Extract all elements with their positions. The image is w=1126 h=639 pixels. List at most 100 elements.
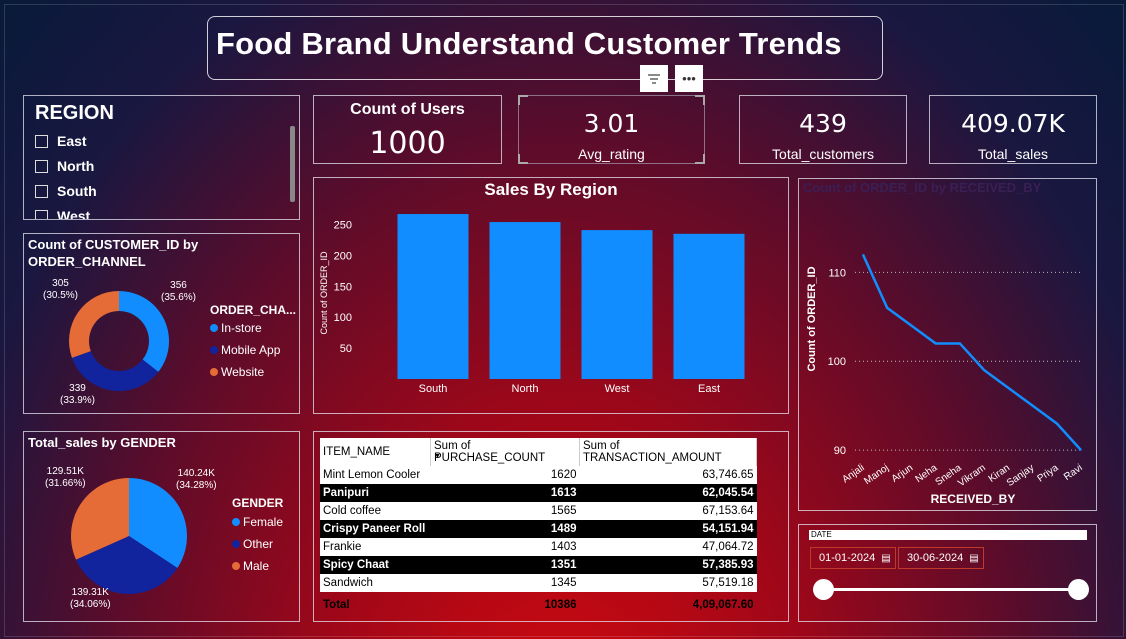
- slider-start-handle[interactable]: [813, 579, 834, 600]
- calendar-icon[interactable]: ▤: [881, 553, 890, 564]
- items-table-card: ITEM_NAME Sum of PURCHASE_COUNT ▼ Sum of …: [313, 431, 789, 622]
- kpi-value: 439: [799, 109, 847, 138]
- bar: [489, 222, 561, 379]
- series-line: [861, 254, 1082, 451]
- gender-pie-chart[interactable]: Total_sales by GENDER 140.24K (34.28%) 12…: [23, 431, 300, 622]
- more-options-icon[interactable]: •••: [675, 65, 703, 92]
- region-option-east[interactable]: East: [35, 133, 87, 149]
- data-point: [1007, 387, 1009, 389]
- data-point: [959, 342, 961, 344]
- legend-item-female[interactable]: Female: [232, 515, 283, 529]
- orders-by-received-by-line-chart[interactable]: Count of ORDER_ID by RECEIVED_BY 90 100 11…: [798, 178, 1097, 511]
- kpi-label: Total_sales: [977, 146, 1049, 162]
- date-slicer: DATE: [798, 524, 1097, 622]
- sort-desc-icon[interactable]: ▼: [434, 453, 441, 460]
- data-point: [886, 307, 888, 309]
- y-tick-label: 100: [828, 356, 846, 368]
- male-percent-label: (31.66%): [45, 478, 86, 489]
- data-point: [862, 254, 864, 256]
- x-tick-label: Arjun: [890, 462, 915, 484]
- legend-title: ORDER_CHA...: [210, 303, 297, 317]
- table-row[interactable]: Sandwich 1345 57,519.18: [320, 574, 757, 592]
- x-tick-label: West: [605, 383, 630, 395]
- filter-icon[interactable]: [640, 65, 668, 92]
- table-row[interactable]: Spicy Chaat 1351 57,385.93: [320, 556, 757, 574]
- kpi-value: 3.01: [583, 109, 640, 138]
- column-header-transaction-amount[interactable]: Sum of TRANSACTION_AMOUNT: [579, 438, 757, 466]
- legend-item-website[interactable]: Website: [210, 365, 264, 379]
- data-point: [935, 342, 937, 344]
- mobile-value-label: 339: [69, 383, 86, 394]
- legend-item-other[interactable]: Other: [232, 537, 273, 551]
- x-tick-label: Ravi: [1062, 462, 1085, 482]
- data-point: [1056, 422, 1058, 424]
- bar: [673, 233, 745, 379]
- legend-item-mobile-app[interactable]: Mobile App: [210, 343, 280, 357]
- scrollbar[interactable]: [290, 126, 295, 202]
- x-tick-label: Priya: [1036, 462, 1061, 484]
- calendar-icon[interactable]: ▤: [969, 553, 978, 564]
- data-point: [910, 325, 912, 327]
- data-point: [983, 369, 985, 371]
- table-row[interactable]: Mint Lemon Cooler 1620 63,746.65: [320, 466, 757, 484]
- checkbox[interactable]: [35, 184, 48, 198]
- x-tick-label: North: [512, 383, 539, 395]
- end-date-input[interactable]: 30-06-2024 ▤: [898, 547, 984, 569]
- other-value-label: 139.31K: [71, 587, 109, 598]
- legend-item-male[interactable]: Male: [232, 559, 269, 573]
- y-tick-label: 150: [334, 281, 352, 293]
- table-row[interactable]: Cold coffee 1565 67,153.64: [320, 502, 757, 520]
- kpi-label: Avg_rating: [578, 146, 645, 162]
- bar-svg: 50 100 150 200 250 Count of ORDER_ID South Nort…: [319, 214, 745, 395]
- date-slicer-label: DATE: [809, 530, 1087, 540]
- y-tick-label: 50: [340, 343, 352, 355]
- kpi-total-sales: 409.07K Total_sales: [929, 95, 1097, 164]
- kpi-label: Count of Users: [350, 101, 465, 118]
- kpi-label: Total_customers: [772, 146, 874, 162]
- items-table: ITEM_NAME Sum of PURCHASE_COUNT ▼ Sum of …: [320, 438, 757, 614]
- region-option-north[interactable]: North: [35, 158, 94, 174]
- checkbox[interactable]: [35, 134, 48, 148]
- x-tick-label: Sanjay: [1005, 462, 1036, 489]
- region-option-west[interactable]: West: [35, 208, 90, 219]
- y-tick-label: 90: [834, 445, 846, 457]
- instore-value-label: 356: [170, 280, 187, 291]
- female-percent-label: (34.28%): [176, 480, 217, 491]
- checkbox[interactable]: [35, 209, 48, 219]
- slider-end-handle[interactable]: [1068, 579, 1089, 600]
- data-point: [1032, 405, 1034, 407]
- x-tick-label: Manoj: [862, 462, 891, 487]
- instore-percent-label: (35.6%): [161, 292, 197, 303]
- column-header-item-name[interactable]: ITEM_NAME: [320, 438, 431, 466]
- order-channel-donut-chart[interactable]: Count of CUSTOMER_ID by ORDER_CHANNEL 35…: [23, 233, 300, 414]
- website-value-label: 305: [52, 278, 69, 289]
- legend-title: GENDER: [232, 496, 284, 510]
- region-slicer-header: REGION: [35, 102, 114, 124]
- sales-by-region-bar-chart[interactable]: Sales By Region 50 100 150 200 250 Count of O…: [313, 177, 789, 414]
- kpi-total-customers: 439 Total_customers: [739, 95, 907, 164]
- y-tick-label: 200: [334, 250, 352, 262]
- mobile-percent-label: (33.9%): [60, 395, 96, 406]
- region-option-south[interactable]: South: [35, 183, 97, 199]
- x-axis-title: RECEIVED_BY: [931, 492, 1016, 506]
- table-row[interactable]: Panipuri 1613 62,045.54: [320, 484, 757, 502]
- website-percent-label: (30.5%): [43, 290, 79, 301]
- table-row[interactable]: Frankie 1403 47,064.72: [320, 538, 757, 556]
- start-date-input[interactable]: 01-01-2024 ▤: [810, 547, 896, 569]
- column-header-purchase-count[interactable]: Sum of PURCHASE_COUNT ▼: [430, 438, 580, 466]
- y-axis-title: Count of ORDER_ID: [806, 266, 818, 371]
- y-tick-label: 100: [334, 312, 352, 324]
- y-tick-label: 250: [334, 220, 352, 232]
- y-tick-label: 110: [828, 267, 846, 279]
- bar: [581, 230, 653, 379]
- kpi-avg-rating[interactable]: 3.01 Avg_rating: [518, 95, 705, 164]
- female-value-label: 140.24K: [177, 468, 215, 479]
- slider-track[interactable]: [823, 588, 1078, 591]
- table-total-row: Total 10386 4,09,067.60: [323, 599, 754, 611]
- checkbox[interactable]: [35, 159, 48, 173]
- legend-item-instore[interactable]: In-store: [210, 321, 262, 335]
- line-svg: 90100110AnjaliManojArjunNehaSnehaVikramK…: [806, 254, 1085, 506]
- report-title: Food Brand Understand Customer Trends: [216, 26, 842, 61]
- table-row[interactable]: Crispy Paneer Roll 1489 54,151.94: [320, 520, 757, 538]
- kpi-count-of-users: Count of Users 1000: [313, 95, 502, 164]
